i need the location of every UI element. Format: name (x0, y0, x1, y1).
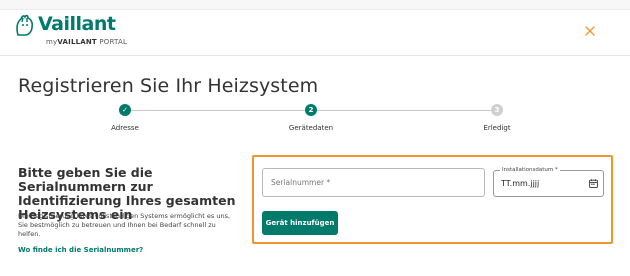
serial-number-field[interactable] (262, 168, 485, 197)
add-device-button[interactable]: Gerät hinzufügen (262, 211, 338, 235)
calendar-icon[interactable] (589, 179, 598, 188)
installation-date-input[interactable] (494, 171, 584, 196)
top-strip (0, 0, 630, 10)
serial-help-link[interactable]: Wo finde ich die Serialnummer? (18, 246, 143, 254)
close-icon[interactable] (583, 24, 597, 38)
step-label-geraetedaten: Gerätedaten (288, 124, 334, 132)
portal-prefix: my (46, 38, 58, 46)
step-number: 2 (308, 106, 314, 114)
step-number: 3 (494, 106, 500, 114)
installation-date-field[interactable]: Installationsdatum * (493, 166, 604, 197)
portal-name: myVAILLANT PORTAL (46, 38, 127, 46)
brand-name: Vaillant (38, 13, 116, 35)
top-bar: Vaillant myVAILLANT PORTAL (0, 0, 630, 56)
check-icon: ✓ (122, 106, 128, 114)
section-description: Die Registrierung Ihres vollständigen Sy… (18, 212, 231, 238)
step-label-erledigt: Erledigt (483, 124, 511, 132)
serial-number-input[interactable] (263, 169, 484, 196)
step-connector (131, 110, 305, 111)
portal-suffix: PORTAL (96, 38, 128, 46)
portal-brand: VAILLANT (57, 38, 97, 46)
step-connector (317, 110, 491, 111)
step-marker-erledigt: 3 (491, 104, 503, 116)
step-marker-adresse: ✓ (119, 104, 131, 116)
page-title: Registrieren Sie Ihr Heizsystem (18, 75, 319, 97)
step-marker-geraetedaten: 2 (305, 104, 317, 116)
step-label-adresse: Adresse (111, 124, 139, 132)
progress-stepper: ✓ Adresse 2 Gerätedaten 3 Erledigt (0, 100, 630, 140)
hare-logo-icon (16, 14, 34, 36)
